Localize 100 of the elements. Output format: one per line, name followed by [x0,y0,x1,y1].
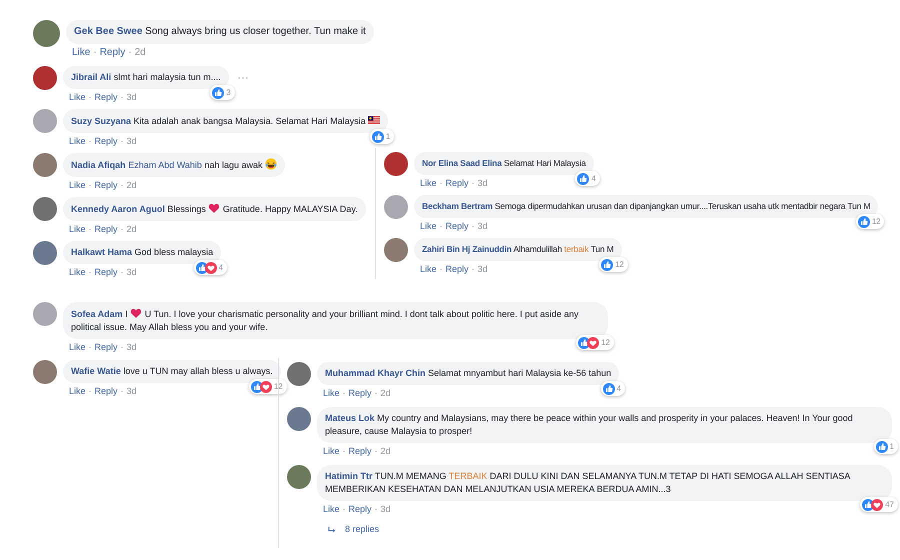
action-link[interactable]: Reply [94,341,118,353]
action-link[interactable]: Like [69,266,86,278]
avatar [384,195,408,219]
action-link[interactable]: Like [69,135,86,147]
action-link[interactable]: Reply [94,223,118,235]
comment-text: Zahiri Bin Hj Zainuddin Alhamdulillah terbaik Tun M [422,243,614,256]
reaction-badge[interactable]: 3 [210,85,235,100]
reaction-count: 12 [274,381,284,393]
action-link[interactable]: Reply [446,263,469,275]
action-link[interactable]: Like [72,46,90,60]
comment-text: Wafie Watie love u TUN may allah bless u always. [71,365,273,378]
separator-dot: · [120,91,124,103]
separator-dot: · [342,445,346,457]
love-icon [204,262,217,274]
like-icon [876,440,888,452]
avatar [384,238,408,262]
separator-dot: · [88,135,92,147]
separator-dot: · [120,385,124,397]
timestamp: 2d [126,179,137,191]
timestamp: 2d [126,223,137,235]
action-link[interactable]: Reply [446,177,469,189]
separator-dot: · [342,387,346,399]
reaction-count: 1 [386,131,392,143]
separator-dot: · [128,46,132,60]
timestamp: 3d [478,220,488,232]
timestamp: 2d [380,387,391,399]
avatar [287,465,311,489]
reaction-badge[interactable]: 12 [576,335,614,350]
avatar [33,20,60,47]
reaction-badge[interactable]: 12 [248,379,287,394]
replies-link[interactable]: 8 replies [327,523,380,536]
action-link[interactable]: Reply [94,266,118,278]
action-link[interactable]: Reply [446,220,469,232]
reaction-count: 4 [616,383,622,395]
heart-icon [208,202,220,214]
separator-dot: · [440,263,443,275]
action-link[interactable]: Like [323,445,340,457]
like-icon [601,258,614,270]
action-link[interactable]: Like [69,385,86,397]
comment-text: Nor Elina Saad Elina Selamat Hari Malaysia [422,157,586,170]
action-link[interactable]: Like [69,341,86,353]
action-link[interactable]: Like [420,177,437,189]
action-link[interactable]: Reply [348,387,372,399]
avatar [33,109,57,133]
action-link[interactable]: Like [420,220,437,232]
reaction-count: 47 [885,499,895,511]
action-link[interactable]: Like [420,263,437,275]
reaction-badge[interactable]: 1 [874,439,898,454]
timestamp: 3d [478,177,488,189]
reaction-badge[interactable]: 47 [860,497,898,512]
separator-dot: · [472,220,475,232]
reaction-count: 12 [601,337,611,349]
laughing-face-icon [265,158,277,170]
avatar [287,407,311,431]
separator-dot: · [88,179,92,191]
avatar [33,360,57,384]
separator-dot: · [440,220,443,232]
comment-text: Halkawt Hama God bless malaysia [71,246,214,259]
timestamp: 2d [134,46,146,60]
action-link[interactable]: Reply [348,503,372,515]
reaction-badge[interactable]: 4 [575,171,600,186]
action-link[interactable]: Like [69,223,86,235]
mention-link[interactable]: Ezham Abd Wahib [128,160,202,170]
action-link[interactable]: Reply [94,385,118,397]
action-link[interactable]: Reply [100,46,126,60]
timestamp: 3d [126,135,137,147]
action-link[interactable]: Like [323,387,340,399]
separator-dot: · [472,263,475,275]
comment-text: Nadia Afiqah Ezham Abd Wahib nah lagu awak [71,158,277,172]
action-link[interactable]: Like [323,503,340,515]
reaction-badge[interactable]: 1 [370,129,394,144]
avatar [33,302,57,326]
separator-dot: · [440,177,443,189]
reaction-badge[interactable]: 12 [856,214,884,229]
action-link[interactable]: Reply [94,135,118,147]
timestamp: 3d [478,263,488,275]
like-icon [372,130,384,142]
like-icon [577,172,590,184]
action-link[interactable]: Reply [94,91,118,103]
separator-dot: · [120,266,124,278]
reaction-badge[interactable]: 4 [194,260,228,275]
like-icon [212,86,224,98]
separator-dot: · [120,341,124,353]
like-icon [858,216,870,228]
timestamp: 3d [126,91,137,103]
reaction-count: 1 [890,441,895,453]
comment-text: Sofea Adam I U Tun. I love your charismatic personality and your brilliant mind. I dont talk about politic here. I put aside any political issue. May Allah bless you and your wife. [71,307,580,334]
action-link[interactable]: Reply [348,445,372,457]
avatar [33,66,57,90]
reaction-count: 4 [591,173,597,185]
heart-icon [130,307,142,319]
separator-dot: · [93,46,97,60]
timestamp: 3d [126,385,137,397]
reaction-badge[interactable]: 4 [600,381,626,396]
separator-dot: · [88,266,92,278]
action-link[interactable]: Like [69,91,86,103]
action-link[interactable]: Like [69,179,86,191]
separator-dot: · [120,135,124,147]
reaction-badge[interactable]: 12 [599,257,628,272]
action-link[interactable]: Reply [94,179,118,191]
